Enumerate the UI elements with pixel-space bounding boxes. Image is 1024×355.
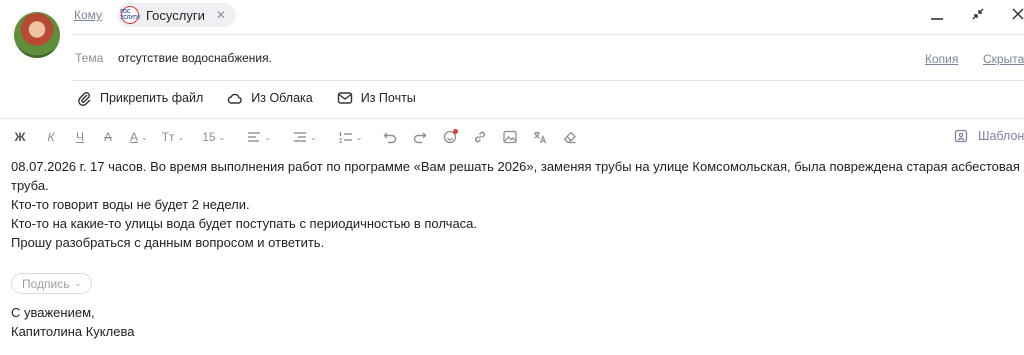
from-mail-button[interactable]: Из Почты — [337, 90, 416, 106]
avatar[interactable] — [14, 12, 60, 58]
template-button[interactable]: Шаблон — [954, 129, 1024, 143]
logo-text: ГОС УСЛУГИ — [120, 9, 140, 21]
body-paragraph: 08.07.2026 г. 17 часов. Во время выполне… — [11, 159, 1020, 193]
align-left-icon — [248, 132, 261, 142]
divider — [72, 34, 1024, 35]
template-icon — [954, 129, 968, 143]
font-size-select[interactable]: 15 ⌄ — [202, 129, 225, 145]
link-button[interactable] — [472, 129, 488, 145]
font-size-value: 15 — [202, 130, 216, 144]
bcc-link[interactable]: Скрыта — [983, 52, 1024, 66]
from-cloud-label: Из Облака — [251, 91, 313, 105]
font-style-label: Тт — [161, 130, 175, 144]
signature-button-label: Подпись — [22, 276, 70, 291]
to-label[interactable]: Кому — [74, 8, 102, 22]
body-paragraph: Кто-то на какие-то улицы вода будет пост… — [11, 216, 478, 231]
chevron-down-icon: ⌄ — [177, 132, 185, 142]
recipient-chip[interactable]: ГОС УСЛУГИ Госуслуги ✕ — [117, 3, 236, 27]
undo-button[interactable] — [382, 129, 398, 145]
formatting-toolbar: Ж К Ч А А ⌄ Тт ⌄ 15 ⌄ ⌄ ⌄ ⌄ — [12, 129, 578, 145]
subject-label: Тема — [75, 51, 104, 65]
signature-line: Капитолина Куклева — [11, 324, 135, 339]
chevron-down-icon: ⌄ — [141, 132, 148, 142]
link-icon — [475, 131, 486, 143]
underline-button[interactable]: Ч — [72, 129, 88, 145]
message-body[interactable]: 08.07.2026 г. 17 часов. Во время выполне… — [11, 157, 1021, 252]
translate-icon — [534, 131, 547, 144]
numbered-list-icon — [339, 132, 352, 143]
divider — [0, 118, 1024, 119]
redo-icon — [414, 132, 427, 144]
list-button[interactable]: ⌄ — [339, 129, 363, 145]
chevron-down-icon: ⌄ — [355, 132, 363, 142]
subject-input[interactable]: отсутствие водоснабжения. — [118, 51, 272, 65]
clear-format-button[interactable] — [562, 129, 578, 145]
bold-button[interactable]: Ж — [12, 129, 28, 145]
undo-icon — [383, 132, 397, 144]
image-icon — [503, 130, 518, 144]
indent-icon — [294, 132, 307, 142]
template-label: Шаблон — [978, 129, 1024, 143]
redo-button[interactable] — [412, 129, 428, 145]
indent-button[interactable]: ⌄ — [293, 129, 317, 145]
attach-file-button[interactable]: Прикрепить файл — [76, 90, 203, 106]
chevron-down-icon: ⌄ — [218, 132, 226, 142]
collapse-icon[interactable] — [966, 2, 990, 26]
minimize-icon[interactable] — [925, 2, 949, 26]
body-paragraph: Кто-то говорит воды не будет 2 недели. — [11, 197, 250, 212]
chevron-down-icon: ⌄ — [74, 279, 82, 288]
text-color-button[interactable]: А ⌄ — [130, 129, 148, 145]
from-cloud-button[interactable]: Из Облака — [227, 90, 313, 106]
remove-recipient-icon[interactable]: ✕ — [216, 8, 226, 22]
attachment-bar: Прикрепить файл Из Облака Из Почты — [76, 90, 416, 106]
signature-line: С уважением, — [11, 305, 95, 320]
text-color-glyph: А — [130, 130, 139, 144]
chevron-down-icon: ⌄ — [310, 132, 317, 142]
signature-text[interactable]: С уважением, Капитолина Куклева — [11, 303, 134, 341]
from-mail-label: Из Почты — [360, 91, 416, 105]
paperclip-icon — [78, 92, 91, 106]
emoji-button[interactable] — [442, 129, 459, 145]
eraser-icon — [564, 131, 577, 144]
strikethrough-button[interactable]: А — [100, 129, 116, 145]
gosuslugi-logo-icon: ГОС УСЛУГИ — [120, 6, 140, 24]
cc-link[interactable]: Копия — [925, 52, 958, 66]
body-paragraph: Прошу разобраться с данным вопросом и от… — [11, 235, 325, 250]
italic-button[interactable]: К — [42, 129, 60, 145]
close-icon[interactable] — [1006, 2, 1024, 26]
align-button[interactable]: ⌄ — [247, 129, 271, 145]
attach-file-label: Прикрепить файл — [100, 91, 204, 105]
translate-button[interactable] — [532, 129, 548, 145]
mail-icon — [337, 92, 352, 104]
recipient-name: Госуслуги — [146, 7, 205, 23]
font-style-button[interactable]: Тт ⌄ — [162, 129, 185, 145]
signature-button[interactable]: Подпись ⌄ — [11, 273, 93, 294]
divider — [72, 80, 1024, 81]
notification-dot — [453, 129, 459, 134]
chevron-down-icon: ⌄ — [264, 132, 272, 142]
cloud-icon — [227, 93, 243, 104]
image-button[interactable] — [502, 129, 518, 145]
